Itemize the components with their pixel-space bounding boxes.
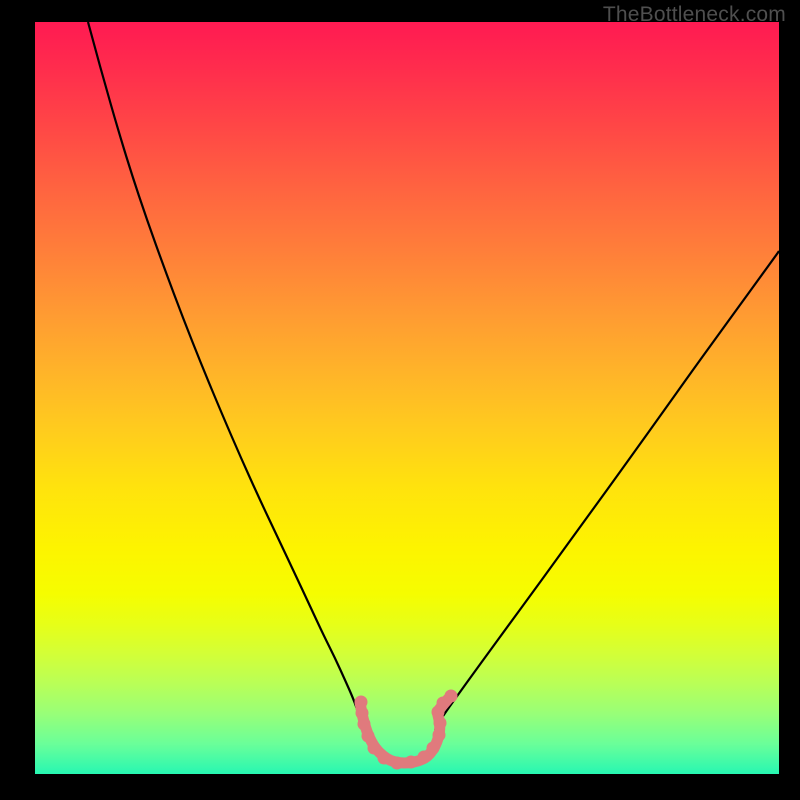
chart-svg [35, 22, 779, 774]
right-curve [435, 251, 779, 730]
valley-dot [433, 729, 446, 742]
valley-dot [362, 730, 375, 743]
valley-dot [355, 696, 368, 709]
valley-dot [368, 742, 381, 755]
valley-dot [427, 742, 440, 755]
watermark-text: TheBottleneck.com [603, 3, 786, 27]
valley-dot [358, 718, 371, 731]
valley-dot [378, 752, 391, 765]
valley-dot [391, 757, 404, 770]
valley-dot [356, 707, 369, 720]
valley-dot [445, 690, 458, 703]
chart-frame: TheBottleneck.com [0, 0, 800, 800]
chart-plot-area [35, 22, 779, 774]
left-curve [88, 22, 363, 730]
valley-dot [405, 756, 418, 769]
valley-dot [434, 717, 447, 730]
